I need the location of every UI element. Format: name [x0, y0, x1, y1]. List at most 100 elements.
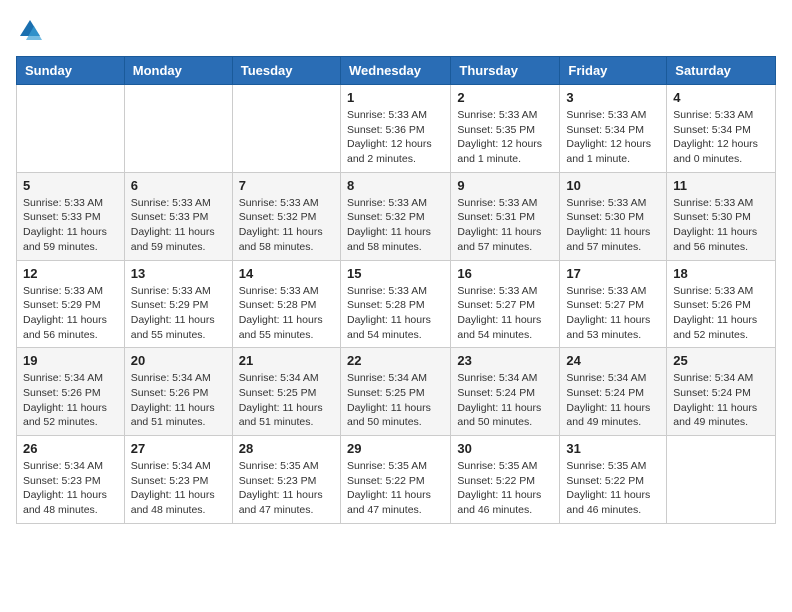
- day-number: 6: [131, 178, 226, 193]
- day-number: 24: [566, 353, 660, 368]
- day-info: Sunrise: 5:33 AM Sunset: 5:32 PM Dayligh…: [239, 196, 334, 255]
- day-info: Sunrise: 5:34 AM Sunset: 5:26 PM Dayligh…: [23, 371, 118, 430]
- page-header: [16, 16, 776, 44]
- cell-week4-day1: 20 Sunrise: 5:34 AM Sunset: 5:26 PM Dayli…: [124, 348, 232, 436]
- cell-week3-day3: 15 Sunrise: 5:33 AM Sunset: 5:28 PM Dayli…: [340, 260, 450, 348]
- day-number: 14: [239, 266, 334, 281]
- day-number: 16: [457, 266, 553, 281]
- day-number: 4: [673, 90, 769, 105]
- day-info: Sunrise: 5:35 AM Sunset: 5:22 PM Dayligh…: [566, 459, 660, 518]
- day-info: Sunrise: 5:35 AM Sunset: 5:23 PM Dayligh…: [239, 459, 334, 518]
- col-header-saturday: Saturday: [667, 57, 776, 85]
- cell-week3-day1: 13 Sunrise: 5:33 AM Sunset: 5:29 PM Dayli…: [124, 260, 232, 348]
- day-number: 1: [347, 90, 444, 105]
- day-info: Sunrise: 5:33 AM Sunset: 5:30 PM Dayligh…: [673, 196, 769, 255]
- day-number: 31: [566, 441, 660, 456]
- calendar-table: SundayMondayTuesdayWednesdayThursdayFrid…: [16, 56, 776, 524]
- cell-week1-day2: [232, 85, 340, 173]
- day-info: Sunrise: 5:33 AM Sunset: 5:27 PM Dayligh…: [566, 284, 660, 343]
- day-number: 20: [131, 353, 226, 368]
- day-info: Sunrise: 5:33 AM Sunset: 5:35 PM Dayligh…: [457, 108, 553, 167]
- day-info: Sunrise: 5:33 AM Sunset: 5:33 PM Dayligh…: [131, 196, 226, 255]
- cell-week5-day5: 31 Sunrise: 5:35 AM Sunset: 5:22 PM Dayli…: [560, 436, 667, 524]
- day-info: Sunrise: 5:33 AM Sunset: 5:34 PM Dayligh…: [673, 108, 769, 167]
- day-info: Sunrise: 5:34 AM Sunset: 5:24 PM Dayligh…: [566, 371, 660, 430]
- day-number: 27: [131, 441, 226, 456]
- day-number: 13: [131, 266, 226, 281]
- cell-week4-day5: 24 Sunrise: 5:34 AM Sunset: 5:24 PM Dayli…: [560, 348, 667, 436]
- cell-week2-day6: 11 Sunrise: 5:33 AM Sunset: 5:30 PM Dayli…: [667, 172, 776, 260]
- day-info: Sunrise: 5:33 AM Sunset: 5:26 PM Dayligh…: [673, 284, 769, 343]
- col-header-thursday: Thursday: [451, 57, 560, 85]
- day-number: 26: [23, 441, 118, 456]
- day-number: 9: [457, 178, 553, 193]
- cell-week4-day0: 19 Sunrise: 5:34 AM Sunset: 5:26 PM Dayli…: [17, 348, 125, 436]
- cell-week4-day6: 25 Sunrise: 5:34 AM Sunset: 5:24 PM Dayli…: [667, 348, 776, 436]
- day-number: 17: [566, 266, 660, 281]
- week-row-4: 19 Sunrise: 5:34 AM Sunset: 5:26 PM Dayli…: [17, 348, 776, 436]
- logo: [16, 16, 48, 44]
- day-number: 19: [23, 353, 118, 368]
- day-info: Sunrise: 5:34 AM Sunset: 5:26 PM Dayligh…: [131, 371, 226, 430]
- day-number: 21: [239, 353, 334, 368]
- day-info: Sunrise: 5:33 AM Sunset: 5:34 PM Dayligh…: [566, 108, 660, 167]
- col-header-sunday: Sunday: [17, 57, 125, 85]
- day-number: 15: [347, 266, 444, 281]
- cell-week5-day6: [667, 436, 776, 524]
- day-info: Sunrise: 5:33 AM Sunset: 5:33 PM Dayligh…: [23, 196, 118, 255]
- day-info: Sunrise: 5:34 AM Sunset: 5:23 PM Dayligh…: [23, 459, 118, 518]
- cell-week5-day3: 29Sunrise: 5:35 AM Sunset: 5:22 PM Dayli…: [340, 436, 450, 524]
- cell-week4-day4: 23Sunrise: 5:34 AM Sunset: 5:24 PM Dayli…: [451, 348, 560, 436]
- day-info: Sunrise: 5:34 AM Sunset: 5:24 PM Dayligh…: [457, 371, 553, 430]
- col-header-tuesday: Tuesday: [232, 57, 340, 85]
- cell-week1-day1: [124, 85, 232, 173]
- week-row-1: 1Sunrise: 5:33 AM Sunset: 5:36 PM Daylig…: [17, 85, 776, 173]
- day-number: 5: [23, 178, 118, 193]
- day-number: 2: [457, 90, 553, 105]
- day-number: 25: [673, 353, 769, 368]
- cell-week3-day2: 14 Sunrise: 5:33 AM Sunset: 5:28 PM Dayli…: [232, 260, 340, 348]
- day-info: Sunrise: 5:33 AM Sunset: 5:31 PM Dayligh…: [457, 196, 553, 255]
- day-number: 11: [673, 178, 769, 193]
- cell-week4-day3: 22Sunrise: 5:34 AM Sunset: 5:25 PM Dayli…: [340, 348, 450, 436]
- col-header-wednesday: Wednesday: [340, 57, 450, 85]
- cell-week5-day4: 30Sunrise: 5:35 AM Sunset: 5:22 PM Dayli…: [451, 436, 560, 524]
- cell-week2-day1: 6 Sunrise: 5:33 AM Sunset: 5:33 PM Daylig…: [124, 172, 232, 260]
- cell-week1-day3: 1Sunrise: 5:33 AM Sunset: 5:36 PM Daylig…: [340, 85, 450, 173]
- day-info: Sunrise: 5:35 AM Sunset: 5:22 PM Dayligh…: [457, 459, 553, 518]
- col-header-friday: Friday: [560, 57, 667, 85]
- day-info: Sunrise: 5:33 AM Sunset: 5:30 PM Dayligh…: [566, 196, 660, 255]
- col-header-monday: Monday: [124, 57, 232, 85]
- day-info: Sunrise: 5:33 AM Sunset: 5:28 PM Dayligh…: [347, 284, 444, 343]
- day-number: 7: [239, 178, 334, 193]
- day-number: 10: [566, 178, 660, 193]
- week-row-5: 26 Sunrise: 5:34 AM Sunset: 5:23 PM Dayli…: [17, 436, 776, 524]
- logo-icon: [16, 16, 44, 44]
- cell-week1-day4: 2 Sunrise: 5:33 AM Sunset: 5:35 PM Daylig…: [451, 85, 560, 173]
- day-number: 8: [347, 178, 444, 193]
- day-number: 29: [347, 441, 444, 456]
- cell-week2-day4: 9 Sunrise: 5:33 AM Sunset: 5:31 PM Daylig…: [451, 172, 560, 260]
- week-row-3: 12 Sunrise: 5:33 AM Sunset: 5:29 PM Dayli…: [17, 260, 776, 348]
- cell-week2-day0: 5 Sunrise: 5:33 AM Sunset: 5:33 PM Daylig…: [17, 172, 125, 260]
- cell-week3-day6: 18Sunrise: 5:33 AM Sunset: 5:26 PM Dayli…: [667, 260, 776, 348]
- cell-week2-day2: 7 Sunrise: 5:33 AM Sunset: 5:32 PM Daylig…: [232, 172, 340, 260]
- day-number: 12: [23, 266, 118, 281]
- day-info: Sunrise: 5:34 AM Sunset: 5:24 PM Dayligh…: [673, 371, 769, 430]
- cell-week3-day4: 16 Sunrise: 5:33 AM Sunset: 5:27 PM Dayli…: [451, 260, 560, 348]
- week-row-2: 5 Sunrise: 5:33 AM Sunset: 5:33 PM Daylig…: [17, 172, 776, 260]
- day-info: Sunrise: 5:33 AM Sunset: 5:27 PM Dayligh…: [457, 284, 553, 343]
- cell-week1-day5: 3Sunrise: 5:33 AM Sunset: 5:34 PM Daylig…: [560, 85, 667, 173]
- day-number: 28: [239, 441, 334, 456]
- cell-week2-day5: 10 Sunrise: 5:33 AM Sunset: 5:30 PM Dayli…: [560, 172, 667, 260]
- day-info: Sunrise: 5:34 AM Sunset: 5:25 PM Dayligh…: [239, 371, 334, 430]
- cell-week5-day2: 28 Sunrise: 5:35 AM Sunset: 5:23 PM Dayli…: [232, 436, 340, 524]
- cell-week1-day6: 4 Sunrise: 5:33 AM Sunset: 5:34 PM Daylig…: [667, 85, 776, 173]
- cell-week2-day3: 8Sunrise: 5:33 AM Sunset: 5:32 PM Daylig…: [340, 172, 450, 260]
- day-info: Sunrise: 5:34 AM Sunset: 5:23 PM Dayligh…: [131, 459, 226, 518]
- cell-week3-day0: 12 Sunrise: 5:33 AM Sunset: 5:29 PM Dayli…: [17, 260, 125, 348]
- day-info: Sunrise: 5:33 AM Sunset: 5:29 PM Dayligh…: [131, 284, 226, 343]
- day-info: Sunrise: 5:33 AM Sunset: 5:28 PM Dayligh…: [239, 284, 334, 343]
- day-info: Sunrise: 5:33 AM Sunset: 5:29 PM Dayligh…: [23, 284, 118, 343]
- cell-week5-day1: 27 Sunrise: 5:34 AM Sunset: 5:23 PM Dayli…: [124, 436, 232, 524]
